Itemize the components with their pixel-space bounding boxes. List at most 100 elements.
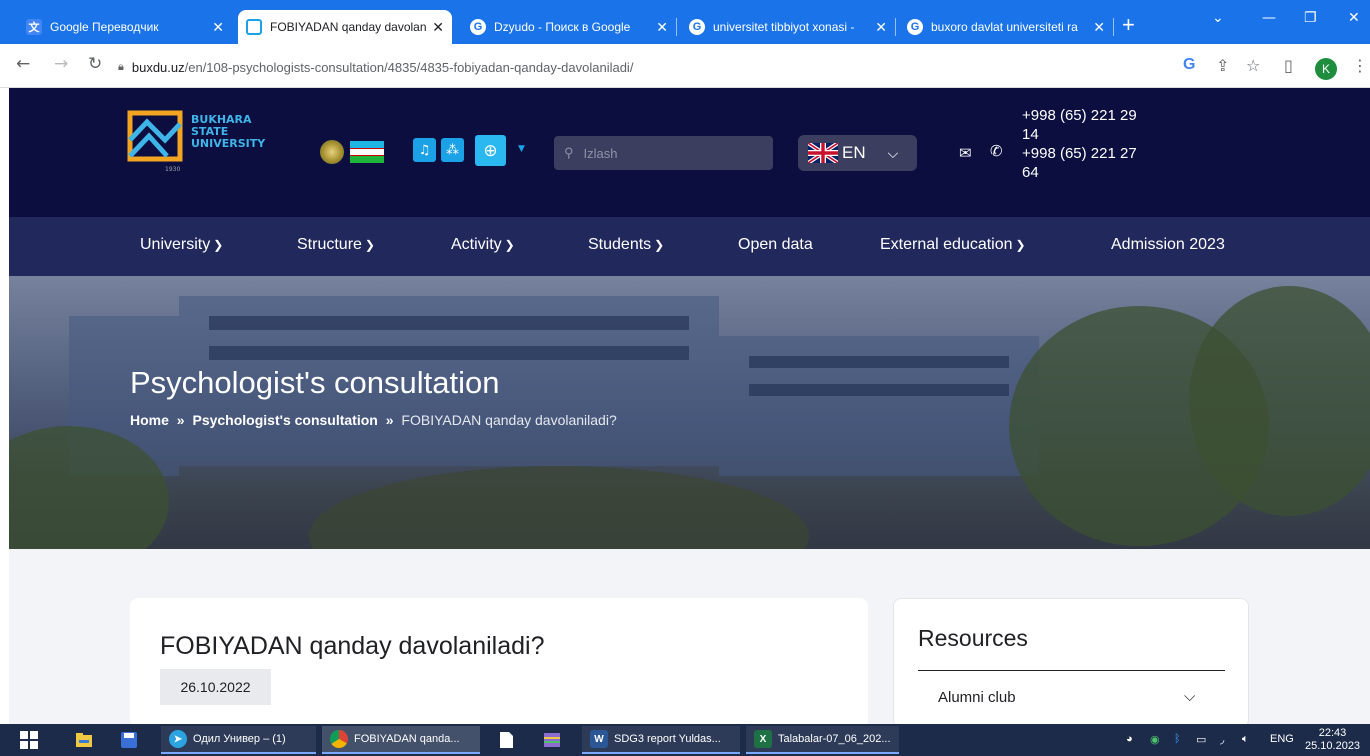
nav-open-data[interactable]: Open data: [738, 236, 813, 254]
close-tab-icon[interactable]: ✕: [432, 19, 444, 36]
caret-down-icon[interactable]: ▼: [518, 144, 525, 154]
nav-external-education[interactable]: External education ❯: [880, 236, 1026, 254]
chevron-down-icon: ❯: [654, 238, 665, 252]
taskbar-app-word[interactable]: W SDG3 report Yuldas...: [582, 726, 740, 754]
language-selector[interactable]: EN ⌵: [798, 135, 917, 171]
close-tab-icon[interactable]: ✕: [656, 19, 668, 36]
taskbar-app-telegram[interactable]: ➤ Одил Универ – (1): [161, 726, 316, 754]
forward-icon[interactable]: →: [54, 54, 68, 74]
tab-title: buxoro davlat universiteti ra: [931, 20, 1078, 34]
clock-time: 22:43: [1318, 727, 1347, 739]
tray-app-icon[interactable]: ◉: [1150, 733, 1160, 746]
google-icon: G: [470, 19, 486, 35]
google-icon: G: [907, 19, 923, 35]
nav-students[interactable]: Students ❯: [588, 236, 664, 254]
search-input[interactable]: ⚲ Izlash: [554, 136, 773, 170]
address-bar[interactable]: 🔒︎ buxdu.uz /en/108-psychologists-consul…: [118, 56, 633, 78]
blank-document-icon[interactable]: [497, 731, 515, 749]
phone-line: +998 (65) 221 27: [1022, 145, 1137, 162]
volume-icon[interactable]: 🔈︎: [1242, 733, 1249, 746]
bluetooth-icon[interactable]: ᛒ: [1174, 733, 1181, 745]
nav-university[interactable]: University ❯: [140, 236, 223, 254]
more-menu-icon[interactable]: ⋮: [1352, 56, 1368, 75]
phone-line: +998 (65) 221 29: [1022, 107, 1137, 124]
zoom-in-icon[interactable]: ⊕: [475, 135, 506, 166]
save-disk-icon[interactable]: [120, 731, 138, 749]
google-icon: G: [689, 19, 705, 35]
uzbekistan-emblem-icon: [320, 140, 344, 164]
nav-label: University: [140, 236, 211, 253]
taskbar-app-excel[interactable]: X Talabalar-07_06_202...: [746, 726, 899, 754]
battery-icon[interactable]: ▭: [1196, 733, 1206, 746]
close-tab-icon[interactable]: ✕: [1093, 19, 1105, 36]
chevron-down-icon[interactable]: ⌵: [1184, 687, 1195, 705]
telegram-tray-icon[interactable]: ◕: [1126, 733, 1133, 745]
nav-label: Open data: [738, 236, 813, 253]
chevron-down-icon: ❯: [504, 238, 515, 252]
chrome-icon: [330, 730, 348, 748]
tab-title: Google Переводчик: [50, 20, 159, 34]
system-clock[interactable]: 22:43 25.10.2023: [1305, 727, 1360, 753]
share-icon[interactable]: ⇪: [1216, 56, 1229, 75]
hero-banner: Psychologist's consultation Home » Psych…: [9, 276, 1370, 549]
close-window-icon[interactable]: ✕: [1348, 10, 1360, 26]
taskbar-app-label: Одил Универ – (1): [193, 733, 286, 745]
audio-accessibility-icon[interactable]: ♫: [413, 138, 436, 162]
phone-numbers[interactable]: +998 (65) 221 29 14 +998 (65) 221 27 64: [1022, 106, 1162, 182]
breadcrumb-section[interactable]: Psychologist's consultation: [192, 412, 377, 428]
nav-label: Structure: [297, 236, 362, 253]
minimize-icon[interactable]: —: [1262, 10, 1276, 26]
restore-icon[interactable]: ❐: [1304, 10, 1317, 26]
sidebar-item-alumni-club[interactable]: Alumni club: [938, 689, 1016, 706]
bsu-logo-icon[interactable]: [127, 110, 183, 162]
article-date: 26.10.2022: [160, 669, 271, 705]
nav-label: Admission 2023: [1111, 236, 1225, 253]
uk-flag-icon: [808, 143, 838, 163]
resources-sidebar: Resources Alumni club ⌵: [893, 598, 1249, 728]
sitemap-icon[interactable]: ⁂: [441, 138, 464, 162]
main-navigation: University ❯ Structure ❯ Activity ❯ Student…: [9, 217, 1370, 276]
wifi-icon[interactable]: ◞: [1220, 733, 1224, 746]
article-card: FOBIYADAN qanday davolaniladi? 26.10.202…: [130, 598, 868, 728]
tree-shape: [309, 466, 809, 549]
back-icon[interactable]: ←: [16, 54, 30, 74]
input-language[interactable]: ENG: [1270, 733, 1294, 745]
bsu-logo-icon: [246, 19, 262, 35]
breadcrumb-current: FOBIYADAN qanday davolaniladi?: [401, 412, 617, 428]
nav-label: External education: [880, 236, 1013, 253]
chevron-down-icon: ❯: [1015, 238, 1026, 252]
search-placeholder: Izlash: [583, 145, 618, 161]
taskbar-app-chrome[interactable]: FOBIYADAN qanda...: [322, 726, 480, 754]
new-tab-button[interactable]: +: [1122, 12, 1135, 38]
close-tab-icon[interactable]: ✕: [212, 19, 224, 36]
tab-google-translate[interactable]: 文 Google Переводчик ✕: [18, 10, 232, 44]
profile-avatar[interactable]: K: [1315, 58, 1337, 80]
nav-label: Students: [588, 236, 652, 253]
logo-text[interactable]: BUKHARA STATE UNIVERSITY: [191, 114, 265, 150]
phone-icon[interactable]: ✆: [990, 142, 1003, 160]
mail-icon[interactable]: ✉: [959, 144, 972, 162]
windows-start-icon[interactable]: [20, 731, 38, 749]
google-translate-page-icon[interactable]: G: [1183, 56, 1195, 74]
tab-fobiyadan[interactable]: FOBIYADAN qanday davolan ✕: [238, 10, 452, 44]
tab-buxoro-davlat[interactable]: G buxoro davlat universiteti ra ✕: [899, 10, 1113, 44]
language-label: EN: [842, 143, 866, 162]
tab-search-icon[interactable]: ⌄: [1212, 10, 1224, 26]
google-translate-icon: 文: [26, 19, 42, 35]
file-explorer-icon[interactable]: [75, 731, 93, 749]
reload-icon[interactable]: ↻: [88, 54, 102, 74]
tab-universitet-tibbiyot[interactable]: G universitet tibbiyot xonasi - ✕: [681, 10, 895, 44]
taskbar-app-label: Talabalar-07_06_202...: [778, 733, 891, 745]
close-tab-icon[interactable]: ✕: [875, 19, 887, 36]
nav-admission-2023[interactable]: Admission 2023: [1111, 236, 1225, 254]
breadcrumb-home[interactable]: Home: [130, 412, 169, 428]
bookmark-star-icon[interactable]: ☆: [1246, 56, 1260, 75]
tab-separator: [895, 18, 896, 36]
side-panel-icon[interactable]: ▯: [1284, 56, 1293, 75]
tab-dzyudo[interactable]: G Dzyudo - Поиск в Google ✕: [462, 10, 676, 44]
archive-icon[interactable]: [543, 731, 561, 749]
logo-year: 1930: [165, 166, 181, 173]
nav-structure[interactable]: Structure ❯: [297, 236, 375, 254]
tab-title: FOBIYADAN qanday davolan: [270, 20, 427, 34]
nav-activity[interactable]: Activity ❯: [451, 236, 515, 254]
